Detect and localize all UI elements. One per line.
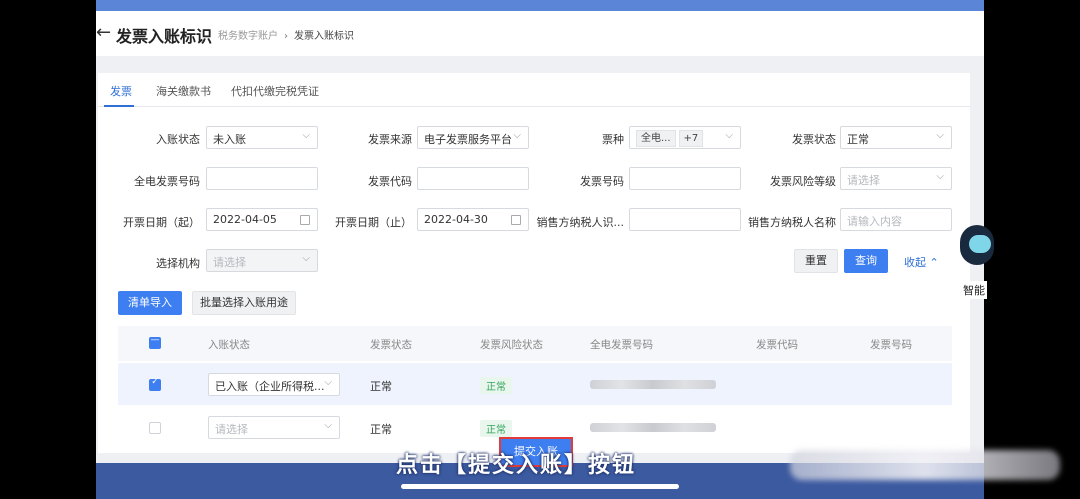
reset-button[interactable]: 重置 [794,249,838,273]
breadcrumb-item[interactable]: 税务数字账户 [218,31,278,42]
entry-status-label: 入账状态 [156,133,200,146]
list-import-button[interactable]: 清单导入 [118,291,182,315]
full-invoice-no-input[interactable] [206,167,318,190]
row-entry-select[interactable]: 请选择 ⌵ [208,416,340,439]
video-caption: 点击【提交入账】按钮 [396,453,637,478]
ticket-type-tag[interactable]: 全电... [636,130,676,147]
col-risk-status: 发票风险状态 [480,339,543,351]
seller-name-label: 销售方纳税人名称 [748,216,836,229]
row-risk-badge: 正常 [480,420,512,437]
row-invoice-status: 正常 [370,380,392,393]
chevron-down-icon: ⌵ [725,130,733,141]
tab-bar: 发票 海关缴款书 代扣代缴完税凭证 [98,73,970,107]
risk-level-label: 发票风险等级 [770,175,836,188]
org-label: 选择机构 [156,257,200,270]
col-invoice-number: 发票号码 [870,339,912,351]
col-full-invoice-no: 全电发票号码 [590,339,653,351]
entry-status-value: 未入账 [213,133,246,146]
row-entry-placeholder: 请选择 [215,423,248,436]
ticket-type-label: 票种 [602,133,624,146]
assistant-label: 智能 [961,281,987,299]
chevron-down-icon: ⌵ [324,377,332,388]
row-checkbox[interactable] [149,422,161,434]
seller-tax-id-label: 销售方纳税人识... [536,216,625,229]
row-risk-badge: 正常 [480,377,512,394]
invoice-number-label: 发票号码 [580,175,624,188]
tab-invoice[interactable]: 发票 [110,83,132,99]
collapse-toggle[interactable]: 收起 ⌃ [904,254,939,270]
chevron-down-icon: ⌵ [936,130,944,141]
collapse-label: 收起 [904,256,926,269]
table-header: — 入账状态 发票状态 发票风险状态 全电发票号码 发票代码 发票号码 [118,326,952,361]
query-button[interactable]: 查询 [844,249,888,273]
col-entry-status: 入账状态 [208,339,250,351]
redacted-invoice-number [590,423,716,432]
chevron-up-icon: ⌃ [929,256,939,269]
check-icon: ✓ [151,377,159,387]
robot-icon [960,225,994,265]
org-select[interactable]: 请选择 ⌵ [206,249,318,272]
chevron-down-icon: ⌵ [324,420,332,431]
minus-icon: — [150,335,160,345]
active-tab-indicator [104,105,134,107]
date-start-label: 开票日期（起） [123,216,200,229]
invoice-code-label: 发票代码 [368,175,412,188]
date-end-picker[interactable]: 2022-04-30 [417,208,529,231]
batch-purpose-button[interactable]: 批量选择入账用途 [192,291,296,315]
back-arrow-icon[interactable]: ← [96,22,111,43]
main-card: 发票 海关缴款书 代扣代缴完税凭证 入账状态 未入账 ⌵ 发票来源 电子发票服务平… [98,73,970,453]
date-end-value: 2022-04-30 [424,213,488,226]
page-header: ← 发票入账标识 税务数字账户 › 发票入账标识 [96,11,984,56]
risk-level-placeholder: 请选择 [847,174,880,187]
breadcrumb-separator-icon: › [284,31,288,42]
invoice-status-label: 发票状态 [792,133,836,146]
calendar-icon [511,215,521,225]
tab-withholding-certificate[interactable]: 代扣代缴完税凭证 [231,83,319,99]
date-start-value: 2022-04-05 [213,213,277,226]
chevron-down-icon: ⌵ [513,130,521,141]
col-invoice-code: 发票代码 [756,339,798,351]
top-strip [96,0,984,11]
seller-name-input[interactable]: 请输入内容 [840,208,952,231]
page-title: 发票入账标识 [116,27,213,46]
ticket-type-more-tag: +7 [678,130,704,147]
row-entry-select[interactable]: 已入账（企业所得税... ⌵ [208,373,340,396]
row-entry-value: 已入账（企业所得税... [215,380,325,393]
invoice-code-input[interactable] [417,167,529,190]
robot-face [969,235,991,253]
seller-tax-id-input[interactable] [629,208,741,231]
org-placeholder: 请选择 [213,256,246,269]
invoice-number-input[interactable] [629,167,741,190]
redacted-invoice-number [590,380,716,389]
date-start-picker[interactable]: 2022-04-05 [206,208,318,231]
invoice-status-select[interactable]: 正常 ⌵ [840,126,952,149]
entry-status-select[interactable]: 未入账 ⌵ [206,126,318,149]
select-all-checkbox[interactable]: — [149,335,161,349]
date-end-label: 开票日期（止） [335,216,412,229]
home-indicator [401,484,679,489]
chevron-down-icon: ⌵ [936,171,944,182]
chevron-down-icon: ⌵ [302,130,310,141]
smart-assistant-widget[interactable]: 智能 [957,225,997,299]
invoice-status-value: 正常 [847,133,869,146]
col-invoice-status: 发票状态 [370,339,412,351]
breadcrumb-current: 发票入账标识 [294,31,354,42]
chevron-down-icon: ⌵ [302,253,310,264]
breadcrumb: 税务数字账户 › 发票入账标识 [218,27,354,42]
tab-customs-payment[interactable]: 海关缴款书 [156,83,211,99]
ticket-type-select[interactable]: 全电... +7 ⌵ [629,126,741,149]
watermark [790,450,1060,480]
invoice-source-select[interactable]: 电子发票服务平台 ⌵ [417,126,529,149]
invoice-source-value: 电子发票服务平台 [424,133,512,146]
risk-level-select[interactable]: 请选择 ⌵ [840,167,952,190]
app-screen: ← 发票入账标识 税务数字账户 › 发票入账标识 发票 海关缴款书 代扣代缴完税凭证… [96,0,984,499]
calendar-icon [300,215,310,225]
row-checkbox[interactable]: ✓ [149,377,161,391]
invoice-source-label: 发票来源 [368,133,412,146]
full-invoice-no-label: 全电发票号码 [134,175,200,188]
table-row[interactable]: ✓ 已入账（企业所得税... ⌵ 正常 正常 [118,363,952,405]
row-invoice-status: 正常 [370,423,392,436]
